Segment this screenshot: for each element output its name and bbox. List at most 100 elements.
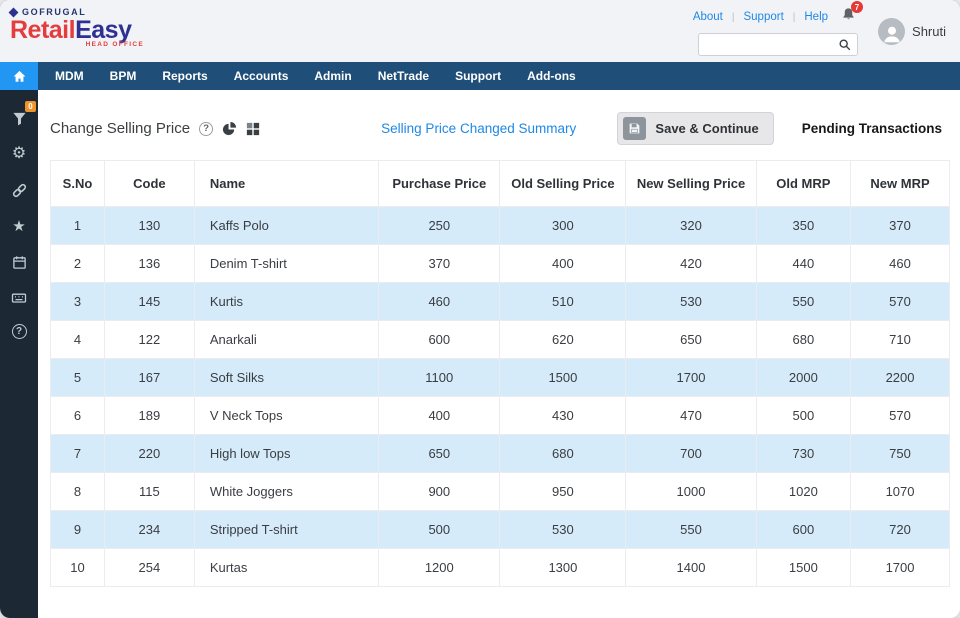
cell-s-no: 8 [50, 472, 105, 511]
user-avatar-icon [878, 18, 906, 45]
nav-item-mdm[interactable]: MDM [42, 62, 97, 90]
cell-old-mrp: 440 [755, 244, 852, 283]
cell-name: Anarkali [193, 320, 380, 359]
save-button-label: Save & Continue [655, 121, 759, 136]
cell-purchase-price: 650 [378, 434, 501, 473]
cell-old-selling-price: 1500 [499, 358, 627, 397]
help-icon[interactable]: ? [11, 324, 27, 339]
cell-code: 220 [103, 434, 195, 473]
cell-new-selling-price: 1700 [625, 358, 757, 397]
table-body: 1 130 Kaffs Polo 250 300 320 350 370 2 136 Denim T… [50, 206, 950, 587]
column-header-old-mrp: Old MRP [755, 160, 852, 207]
table-row[interactable]: 6 189 V Neck Tops 400 430 470 500 570 [50, 396, 950, 435]
title-help-icon[interactable]: ? [199, 121, 214, 136]
cell-name: Stripped T-shirt [193, 510, 380, 549]
table-header-row: S.No Code Name Purchase Price Old Selling Pr… [50, 160, 950, 207]
nav-item-nettrade[interactable]: NetTrade [365, 62, 442, 90]
cell-code: 136 [103, 244, 195, 283]
filter-icon[interactable]: 0 [9, 101, 36, 128]
cell-s-no: 3 [50, 282, 105, 321]
calendar-icon[interactable] [9, 252, 29, 272]
column-header-new-mrp: New MRP [850, 160, 950, 207]
pie-chart-icon[interactable] [222, 121, 237, 136]
column-header-name: Name [193, 160, 380, 207]
user-menu[interactable]: Shruti [878, 18, 946, 45]
cell-name: Soft Silks [193, 358, 380, 397]
search-icon[interactable] [838, 38, 852, 52]
summary-link[interactable]: Selling Price Changed Summary [340, 121, 617, 136]
nav-item-bpm[interactable]: BPM [97, 62, 150, 90]
cell-s-no: 6 [50, 396, 105, 435]
cell-new-selling-price: 420 [625, 244, 757, 283]
top-link-about[interactable]: About [693, 11, 723, 23]
topbar-right: About | Support | Help 7 Shruti [693, 1, 946, 56]
nav-item-add-ons[interactable]: Add-ons [514, 62, 589, 90]
cell-s-no: 10 [50, 548, 105, 587]
product-name-easy: Easy [75, 16, 132, 44]
left-sidebar: 0 ⚙ ★ ? [0, 90, 38, 618]
table-row[interactable]: 9 234 Stripped T-shirt 500 530 550 600 720 [50, 510, 950, 549]
cell-code: 115 [103, 472, 195, 511]
cell-name: V Neck Tops [193, 396, 380, 435]
cell-new-selling-price: 700 [625, 434, 757, 473]
cell-old-selling-price: 430 [499, 396, 627, 435]
price-table: S.No Code Name Purchase Price Old Selling Pr… [50, 160, 950, 587]
cell-new-selling-price: 1400 [625, 548, 757, 587]
keyboard-icon[interactable] [9, 288, 29, 308]
table-row[interactable]: 4 122 Anarkali 600 620 650 680 710 [50, 320, 950, 359]
top-link-support[interactable]: Support [743, 11, 783, 23]
table-row[interactable]: 3 145 Kurtis 460 510 530 550 570 [50, 282, 950, 321]
cell-code: 234 [103, 510, 195, 549]
link-icon[interactable] [9, 180, 29, 200]
column-header-code: Code [103, 160, 195, 207]
main-content: Change Selling Price ? Selling Price Cha… [38, 90, 960, 618]
star-icon[interactable]: ★ [9, 216, 29, 236]
top-link-help[interactable]: Help [804, 11, 828, 23]
app-window: GOFRUGAL RetailEasy HEAD OFFICE About | Su… [0, 0, 960, 618]
grid-view-icon[interactable] [246, 122, 260, 136]
link-separator: | [792, 11, 796, 23]
cell-name: Kurtas [193, 548, 380, 587]
home-button[interactable] [0, 62, 38, 90]
table-row[interactable]: 8 115 White Joggers 900 950 1000 1020 1070 [50, 472, 950, 511]
table-row[interactable]: 10 254 Kurtas 1200 1300 1400 1500 1700 [50, 548, 950, 587]
cell-purchase-price: 600 [378, 320, 501, 359]
cell-old-selling-price: 620 [499, 320, 627, 359]
cell-name: Kurtis [193, 282, 380, 321]
cell-new-mrp: 750 [850, 434, 950, 473]
nav-items: MDM BPM Reports Accounts Admin NetTrade Suppor… [38, 62, 589, 90]
table-row[interactable]: 1 130 Kaffs Polo 250 300 320 350 370 [50, 206, 950, 245]
cell-s-no: 4 [50, 320, 105, 359]
search-input[interactable] [706, 37, 839, 52]
cell-old-selling-price: 510 [499, 282, 627, 321]
cell-code: 145 [103, 282, 195, 321]
column-header-s-no: S.No [50, 160, 105, 207]
cell-old-mrp: 680 [755, 320, 852, 359]
cell-s-no: 9 [50, 510, 105, 549]
nav-item-admin[interactable]: Admin [301, 62, 364, 90]
cell-new-mrp: 710 [850, 320, 950, 359]
cell-name: High low Tops [193, 434, 380, 473]
cell-old-mrp: 550 [755, 282, 852, 321]
table-row[interactable]: 7 220 High low Tops 650 680 700 730 750 [50, 434, 950, 473]
notification-bell-icon[interactable]: 7 [841, 1, 864, 27]
cell-new-mrp: 1700 [850, 548, 950, 587]
cell-purchase-price: 400 [378, 396, 501, 435]
cell-code: 122 [103, 320, 195, 359]
table-row[interactable]: 5 167 Soft Silks 1100 1500 1700 2000 2200 [50, 358, 950, 397]
cell-new-selling-price: 530 [625, 282, 757, 321]
cell-new-mrp: 570 [850, 282, 950, 321]
cell-code: 167 [103, 358, 195, 397]
nav-item-support[interactable]: Support [442, 62, 514, 90]
cell-new-mrp: 570 [850, 396, 950, 435]
cell-new-mrp: 2200 [850, 358, 950, 397]
cell-new-mrp: 720 [850, 510, 950, 549]
nav-item-accounts[interactable]: Accounts [221, 62, 302, 90]
cell-purchase-price: 1200 [378, 548, 501, 587]
cell-code: 130 [103, 206, 195, 245]
cell-new-selling-price: 470 [625, 396, 757, 435]
gear-icon[interactable]: ⚙ [9, 144, 29, 164]
nav-item-reports[interactable]: Reports [149, 62, 220, 90]
save-continue-button[interactable]: Save & Continue [617, 112, 774, 145]
table-row[interactable]: 2 136 Denim T-shirt 370 400 420 440 460 [50, 244, 950, 283]
